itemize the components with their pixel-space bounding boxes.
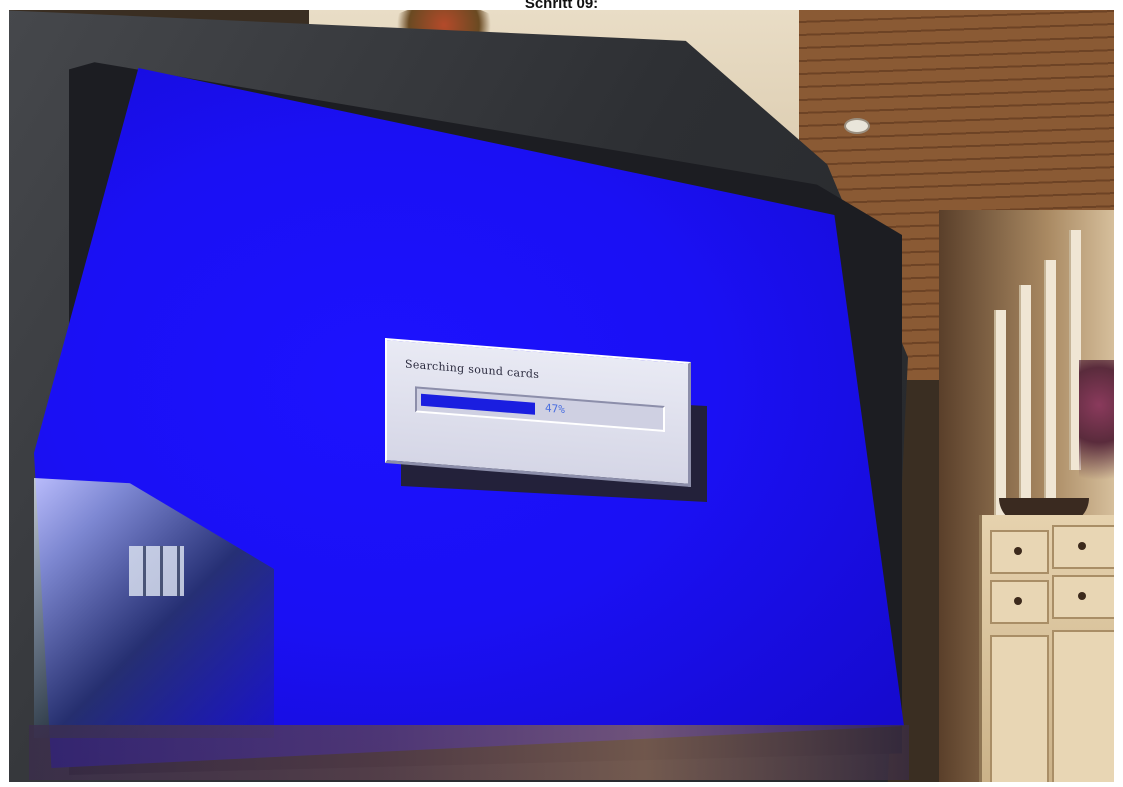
ceiling-light <box>844 118 870 134</box>
knob <box>1014 597 1022 605</box>
cabinet-door <box>990 635 1049 782</box>
search-dialog: Searching sound cards 47% <box>385 337 691 488</box>
knob <box>1078 542 1086 550</box>
page-caption: Schritt 09: <box>524 0 599 10</box>
cabinet <box>979 515 1114 782</box>
progress-label: 47% <box>545 401 565 417</box>
knob <box>1078 592 1086 600</box>
stair-rail <box>1044 260 1056 510</box>
plant <box>1079 360 1114 510</box>
progress-bar: 47% <box>415 386 665 432</box>
reflection-window <box>129 546 184 596</box>
cabinet-door <box>1052 630 1114 782</box>
progress-fill <box>421 393 535 415</box>
floor-reflection <box>29 725 909 780</box>
knob <box>1014 547 1022 555</box>
tv-photo: Searching sound cards 47% <box>9 10 1114 782</box>
dialog-title: Searching sound cards <box>405 357 540 382</box>
